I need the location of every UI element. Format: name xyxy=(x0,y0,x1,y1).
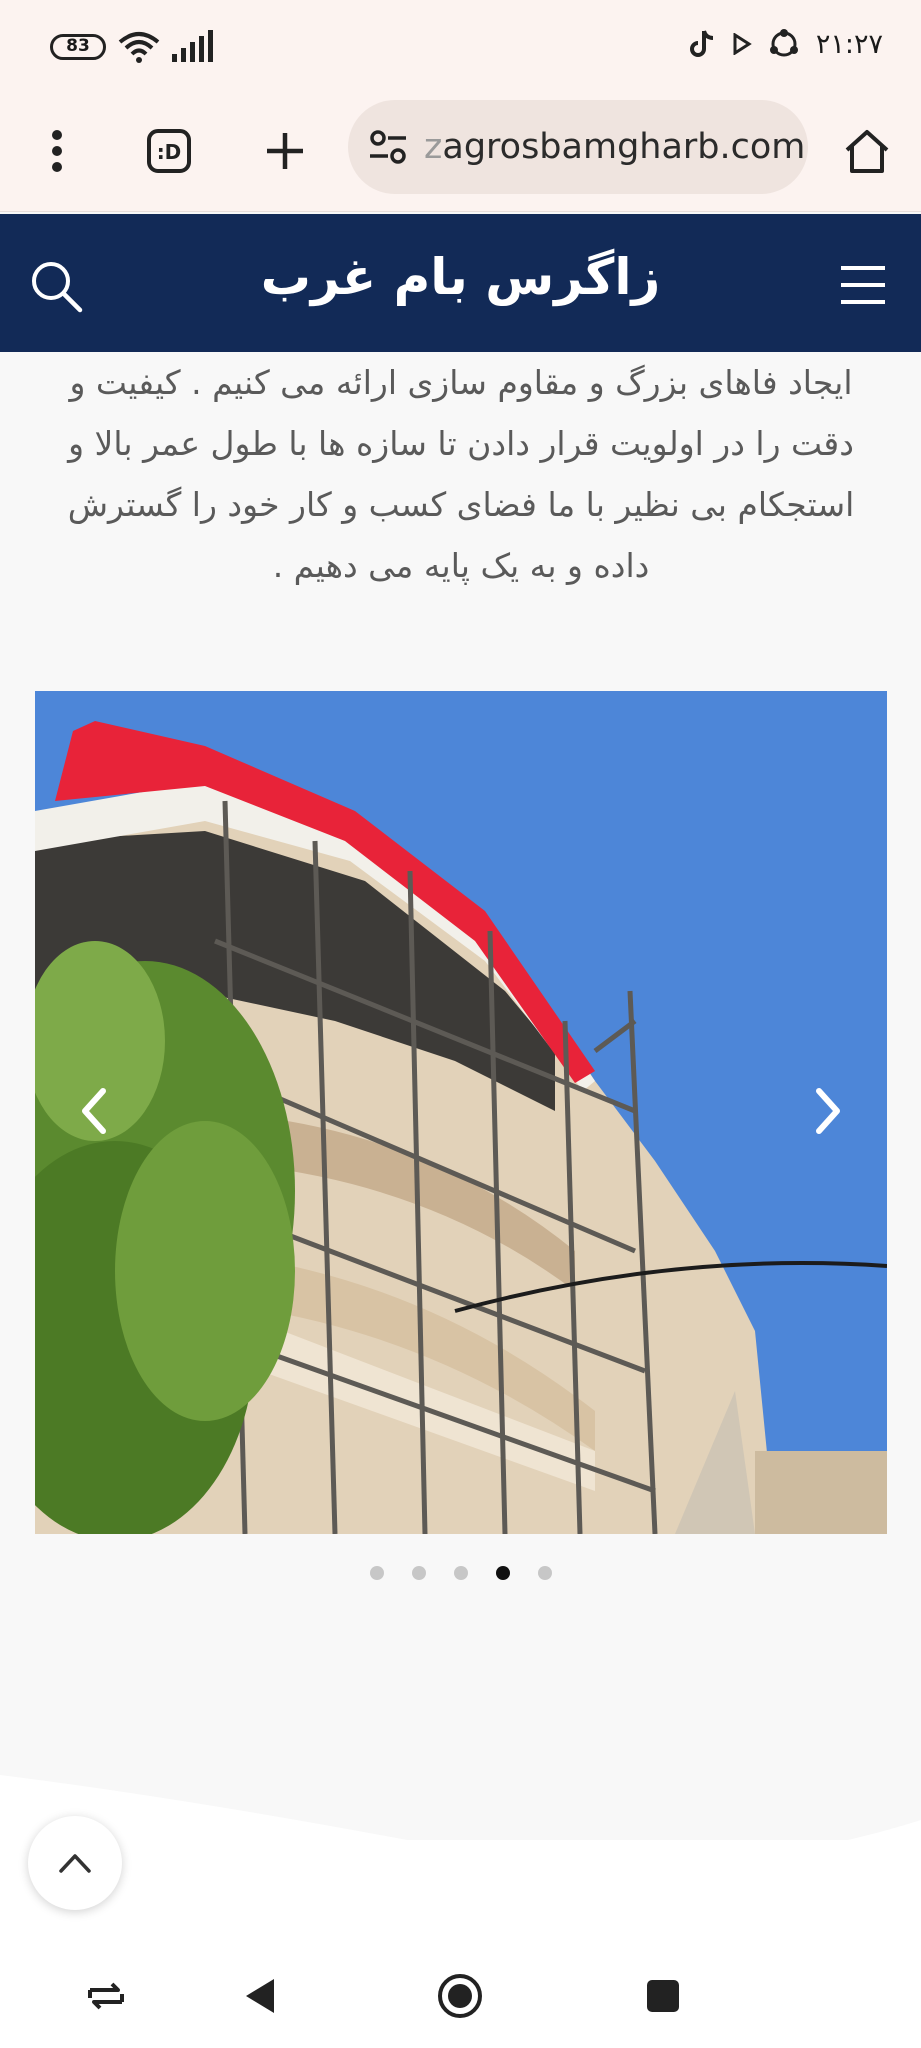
carousel-prev-button[interactable] xyxy=(63,1071,123,1151)
plus-icon xyxy=(267,133,303,169)
battery-indicator: 83 xyxy=(50,34,106,60)
carousel-dot[interactable] xyxy=(411,1566,426,1580)
site-header: زاگرس بام غرب xyxy=(0,214,921,352)
hamburger-menu-icon[interactable] xyxy=(839,264,887,306)
home-button[interactable] xyxy=(832,116,902,186)
new-tab-button[interactable] xyxy=(250,116,320,186)
carousel-slide-image xyxy=(35,691,887,1534)
kebab-menu-icon xyxy=(52,130,62,172)
status-bar: 83 ۲۱:۲۷ xyxy=(0,0,921,92)
carousel-dot-active[interactable] xyxy=(495,1566,510,1580)
back-triangle-icon xyxy=(246,1979,274,2013)
system-navigation-bar xyxy=(0,1940,921,2048)
svg-text::D: :D xyxy=(157,140,182,164)
back-nav-button[interactable] xyxy=(230,1968,290,2024)
tabs-icon: :D xyxy=(147,129,191,173)
wifi-icon xyxy=(118,32,160,63)
sync-icon xyxy=(769,29,798,57)
url-text: zagrosbamgharb.com xyxy=(424,127,806,167)
address-bar[interactable]: zagrosbamgharb.com xyxy=(348,100,808,194)
site-settings-icon[interactable] xyxy=(368,129,408,165)
carousel-next-button[interactable] xyxy=(799,1071,859,1151)
chevron-up-icon xyxy=(59,1854,91,1873)
chevron-right-icon xyxy=(816,1088,840,1134)
tiktok-icon xyxy=(689,30,714,57)
image-carousel[interactable] xyxy=(35,691,887,1534)
home-circle-icon xyxy=(438,1974,482,2018)
browser-toolbar: :D zagrosbamgharb.com xyxy=(0,92,921,212)
recents-square-icon xyxy=(647,1980,679,2012)
tab-switcher-button[interactable]: :D xyxy=(134,116,204,186)
signal-icon xyxy=(172,30,213,62)
carousel-indicators xyxy=(0,1566,921,1580)
play-icon xyxy=(733,33,752,55)
carousel-dot[interactable] xyxy=(537,1566,552,1580)
carousel-dot[interactable] xyxy=(369,1566,384,1580)
home-icon xyxy=(845,130,889,173)
carousel-dot[interactable] xyxy=(453,1566,468,1580)
site-title[interactable]: زاگرس بام غرب xyxy=(0,248,921,306)
rotate-button[interactable] xyxy=(76,1968,136,2024)
more-options-button[interactable] xyxy=(22,116,92,186)
intro-paragraph: ایجاد فاهای بزرگ و مقاوم سازی ارائه می ک… xyxy=(67,363,855,585)
rotate-icon xyxy=(88,1982,124,2010)
back-to-top-button[interactable] xyxy=(28,1816,122,1910)
footer-area xyxy=(0,1840,921,1940)
chevron-left-icon xyxy=(82,1088,106,1134)
recents-nav-button[interactable] xyxy=(633,1968,693,2024)
clock: ۲۱:۲۷ xyxy=(815,28,883,60)
home-nav-button[interactable] xyxy=(430,1968,490,2024)
